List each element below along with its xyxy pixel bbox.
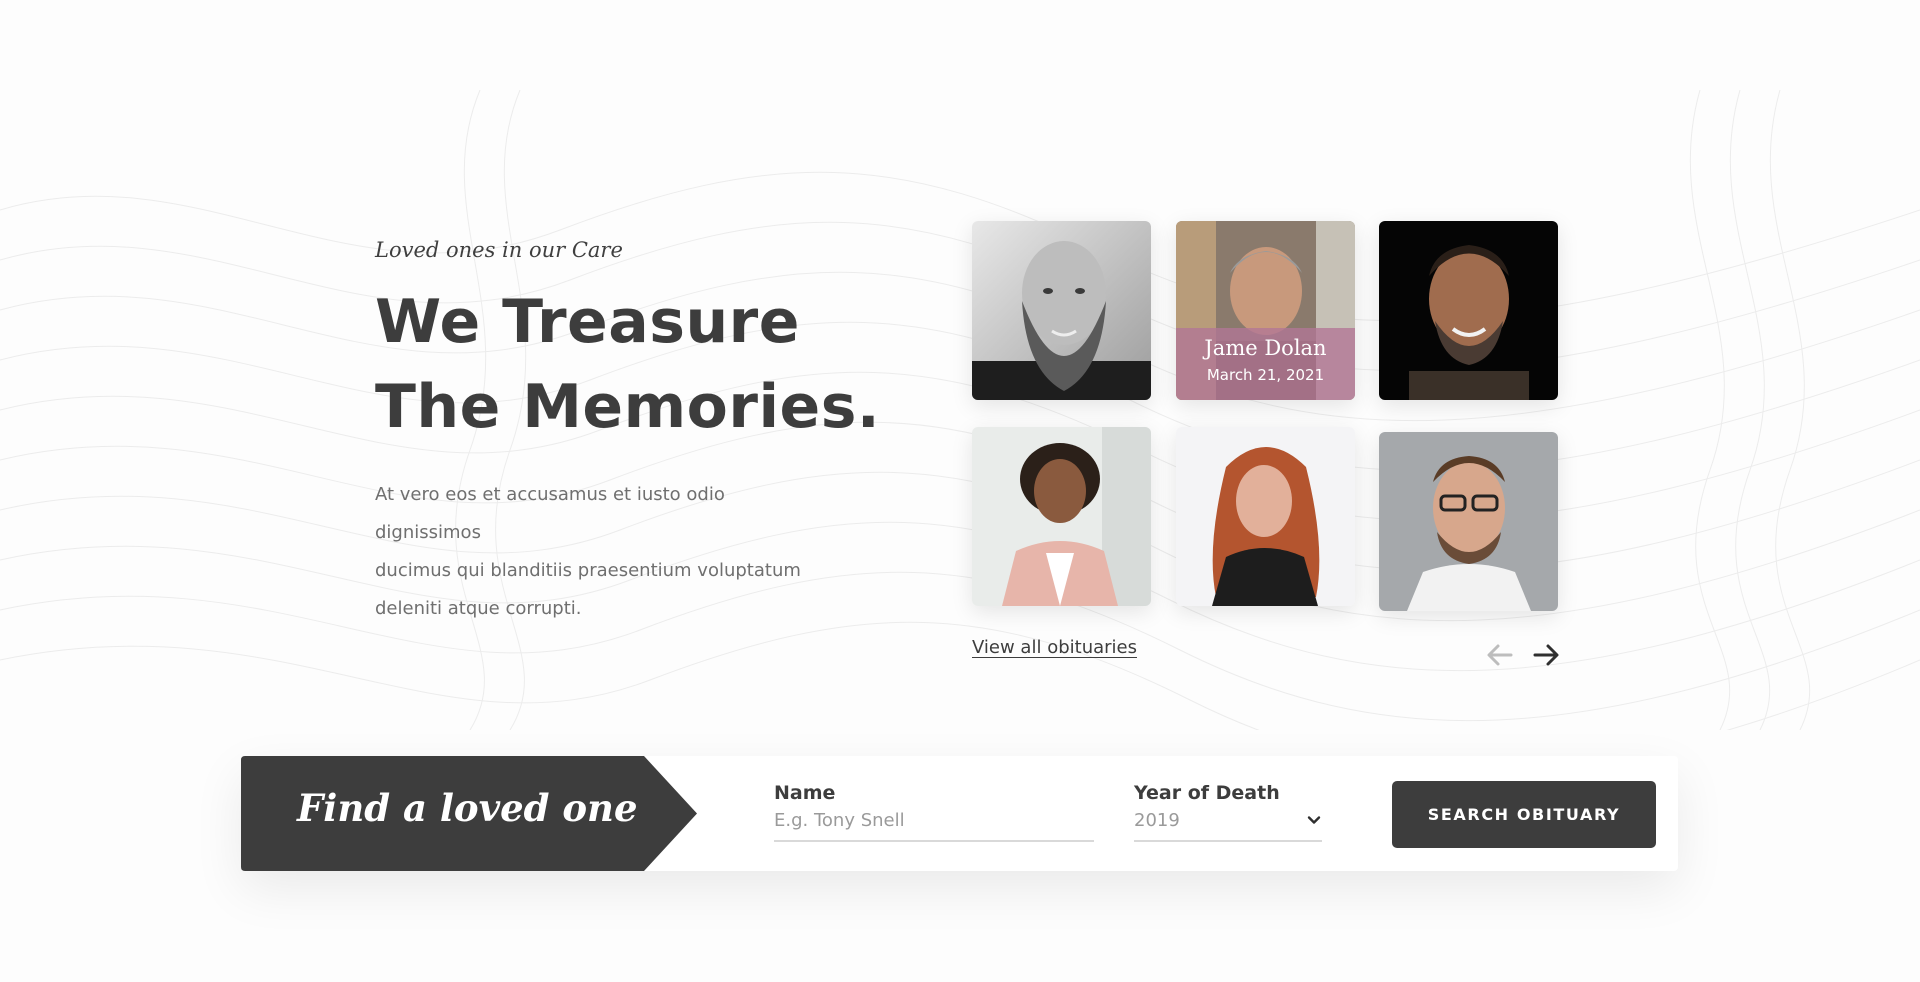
search-obituary-button[interactable]: SEARCH OBITUARY: [1392, 781, 1656, 848]
view-all-obituaries-link[interactable]: View all obituaries: [972, 637, 1137, 658]
featured-caption: Jame Dolan March 21, 2021: [1176, 328, 1355, 400]
page-title: We Treasure The Memories.: [375, 280, 881, 450]
obituary-card[interactable]: [1379, 432, 1558, 611]
previous-button[interactable]: [1485, 640, 1515, 670]
intro-description-line-2: ducimus qui blanditiis praesentium volup…: [375, 560, 801, 581]
page: Loved ones in our Care We Treasure The M…: [0, 0, 1920, 982]
portrait-photo: [1176, 427, 1355, 606]
intro-description-line-1: At vero eos et accusamus et iusto odio d…: [375, 484, 725, 543]
arrow-right-icon: [1533, 644, 1559, 666]
eyebrow-text: Loved ones in our Care: [375, 238, 623, 262]
name-label: Name: [774, 782, 836, 804]
intro-description-line-3: deleniti atque corrupti.: [375, 598, 582, 619]
year-label: Year of Death: [1134, 782, 1280, 804]
find-banner: Find a loved one: [241, 756, 697, 871]
portrait-photo: [972, 427, 1151, 606]
background-pattern: [0, 90, 1920, 730]
next-button[interactable]: [1531, 640, 1561, 670]
year-select[interactable]: 2019: [1134, 808, 1322, 842]
portrait-photo: [972, 221, 1151, 400]
portrait-photo: [1379, 432, 1558, 611]
featured-date: March 21, 2021: [1206, 366, 1325, 384]
obituary-search-form: Find a loved one Name Year of Death 2019…: [241, 756, 1678, 871]
obituary-card[interactable]: [1379, 221, 1558, 400]
year-select-value: 2019: [1134, 810, 1180, 831]
find-title: Find a loved one: [297, 786, 638, 830]
name-field: Name: [774, 782, 1094, 842]
obituary-card[interactable]: [972, 427, 1151, 606]
chevron-down-icon: [1307, 816, 1321, 824]
obituary-card-featured[interactable]: Jame Dolan March 21, 2021: [1176, 221, 1355, 400]
name-input[interactable]: [774, 808, 1094, 842]
obituary-card[interactable]: [1176, 427, 1355, 606]
portrait-photo: [1379, 221, 1558, 400]
intro-section: Loved ones in our Care We Treasure The M…: [375, 238, 881, 628]
arrow-left-icon: [1487, 644, 1513, 666]
intro-description: At vero eos et accusamus et iusto odio d…: [375, 476, 835, 628]
year-field: Year of Death 2019: [1134, 782, 1322, 842]
headline-line-2: The Memories.: [375, 372, 881, 442]
obituary-card[interactable]: [972, 221, 1151, 400]
headline-line-1: We Treasure: [375, 287, 800, 357]
featured-name: Jame Dolan: [1204, 336, 1327, 360]
